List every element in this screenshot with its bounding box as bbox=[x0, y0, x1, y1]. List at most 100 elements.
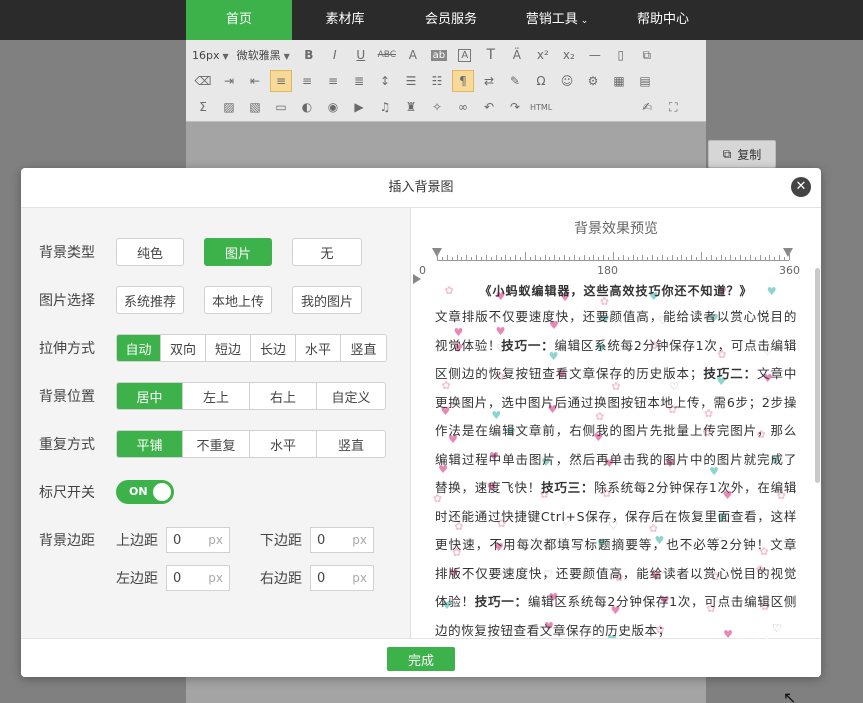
ruler-tick bbox=[593, 255, 595, 260]
stretch-short[interactable]: 短边 bbox=[206, 335, 251, 361]
ruler-side-marker[interactable] bbox=[413, 274, 421, 284]
align-right-icon[interactable]: ≡ bbox=[322, 70, 344, 92]
position-top-left[interactable]: 左上 bbox=[183, 383, 250, 409]
stretch-vertical[interactable]: 竖直 bbox=[341, 335, 386, 361]
stretch-long[interactable]: 长边 bbox=[251, 335, 296, 361]
chevron-down-icon: ⌄ bbox=[580, 16, 589, 26]
image-select-row: 图片选择 系统推荐 本地上传 我的图片 bbox=[39, 286, 382, 314]
ruler-right-marker[interactable] bbox=[783, 248, 793, 257]
position-top-right[interactable]: 右上 bbox=[250, 383, 317, 409]
html-source-icon[interactable]: HTML bbox=[530, 96, 552, 118]
stretch-auto[interactable]: 自动 bbox=[117, 335, 161, 361]
list-icon[interactable]: ☷ bbox=[426, 70, 448, 92]
table-icon[interactable]: ▦ bbox=[608, 70, 630, 92]
preview-ruler[interactable]: 0 180 360 bbox=[419, 246, 800, 277]
unit-label: px bbox=[208, 571, 223, 585]
edit-icon[interactable]: ✍ bbox=[636, 96, 658, 118]
toolbar-row-1: 16px ▼ 微软雅黑 ▼ B I U ABC A ab A T Ä x² x₂ —… bbox=[192, 42, 662, 68]
underline-icon[interactable]: U bbox=[350, 44, 372, 66]
repeat-tile[interactable]: 平铺 bbox=[117, 431, 183, 457]
nav-membership[interactable]: 会员服务 bbox=[398, 0, 504, 40]
format-painter-icon[interactable]: ✎ bbox=[504, 70, 526, 92]
align-center-icon[interactable]: ≡ bbox=[296, 70, 318, 92]
image-icon[interactable]: ▨ bbox=[218, 96, 240, 118]
undo-icon[interactable]: ↶ bbox=[478, 96, 500, 118]
line-height-icon[interactable]: ↕ bbox=[374, 70, 396, 92]
map-icon[interactable]: ◉ bbox=[322, 96, 344, 118]
subscript-icon[interactable]: x₂ bbox=[558, 44, 580, 66]
paragraph-spacing-icon[interactable]: ☰ bbox=[400, 70, 422, 92]
fullscreen-icon[interactable]: ⛶ bbox=[662, 96, 684, 118]
stretch-both[interactable]: 双向 bbox=[161, 335, 206, 361]
rtl-icon[interactable]: ⇄ bbox=[478, 70, 500, 92]
multi-image-icon[interactable]: ▧ bbox=[244, 96, 266, 118]
stretch-horizontal[interactable]: 水平 bbox=[296, 335, 341, 361]
repeat-none[interactable]: 不重复 bbox=[183, 431, 250, 457]
position-center[interactable]: 居中 bbox=[117, 383, 183, 409]
template-icon[interactable]: ▤ bbox=[634, 70, 656, 92]
my-images-button[interactable]: 我的图片 bbox=[292, 286, 362, 314]
font-size-select[interactable]: 16px ▼ bbox=[192, 49, 229, 62]
indent-icon[interactable]: ⇥ bbox=[218, 70, 240, 92]
italic-icon[interactable]: I bbox=[324, 44, 346, 66]
case-icon[interactable]: Ä bbox=[506, 44, 528, 66]
local-upload-button[interactable]: 本地上传 bbox=[204, 286, 272, 314]
magic-wand-icon[interactable]: ✧ bbox=[426, 96, 448, 118]
sum-icon[interactable]: Σ bbox=[192, 96, 214, 118]
position-custom[interactable]: 自定义 bbox=[317, 383, 385, 409]
superscript-icon[interactable]: x² bbox=[532, 44, 554, 66]
brush-icon[interactable]: ♜ bbox=[400, 96, 422, 118]
video-icon[interactable]: ▶ bbox=[348, 96, 370, 118]
align-left-icon[interactable]: ≡ bbox=[270, 70, 292, 92]
link-icon[interactable]: ∞ bbox=[452, 96, 474, 118]
repeat-vertical[interactable]: 竖直 bbox=[317, 431, 385, 457]
ruler-tick bbox=[681, 255, 683, 260]
done-button[interactable]: 完成 bbox=[387, 647, 455, 671]
bold-icon[interactable]: B bbox=[298, 44, 320, 66]
emoji-icon[interactable]: ☺ bbox=[556, 70, 578, 92]
bg-type-solid[interactable]: 纯色 bbox=[116, 238, 184, 266]
ruler-tick bbox=[520, 257, 522, 260]
background-color-icon[interactable]: ab bbox=[428, 44, 450, 66]
redo-icon[interactable]: ↷ bbox=[504, 96, 526, 118]
ruler-tick bbox=[691, 255, 693, 260]
border-icon[interactable]: A bbox=[454, 44, 476, 66]
special-char-icon[interactable]: Ω bbox=[530, 70, 552, 92]
nav-home[interactable]: 首页 bbox=[186, 0, 292, 40]
bg-type-image[interactable]: 图片 bbox=[204, 238, 272, 266]
system-recommend-button[interactable]: 系统推荐 bbox=[116, 286, 184, 314]
top-margin-input[interactable]: 0 px bbox=[166, 527, 230, 553]
ruler-tick bbox=[461, 257, 463, 260]
outdent-icon[interactable]: ⇤ bbox=[244, 70, 266, 92]
left-margin-value: 0 bbox=[173, 570, 182, 586]
repeat-horizontal[interactable]: 水平 bbox=[250, 431, 317, 457]
text-style-icon[interactable]: T bbox=[480, 44, 502, 66]
eraser-icon[interactable]: ⌫ bbox=[192, 70, 214, 92]
nav-marketing-tools[interactable]: 营销工具 ⌄ bbox=[504, 0, 610, 40]
palette-icon[interactable]: ◐ bbox=[296, 96, 318, 118]
ruler-tick bbox=[529, 257, 531, 260]
font-color-icon[interactable]: A bbox=[402, 44, 424, 66]
ruler-toggle[interactable]: ON bbox=[116, 480, 174, 504]
nav-materials[interactable]: 素材库 bbox=[292, 0, 398, 40]
settings-icon[interactable]: ⚙ bbox=[582, 70, 604, 92]
right-margin-input[interactable]: 0 px bbox=[310, 565, 374, 591]
page-icon[interactable]: ▯ bbox=[610, 44, 632, 66]
music-icon[interactable]: ♫ bbox=[374, 96, 396, 118]
font-family-select[interactable]: 微软雅黑 ▼ bbox=[237, 47, 290, 63]
left-margin-input[interactable]: 0 px bbox=[166, 565, 230, 591]
edit-external-icon[interactable]: ⧉ bbox=[636, 44, 658, 66]
horizontal-rule-icon[interactable]: — bbox=[584, 44, 606, 66]
paragraph-direction-icon[interactable]: ¶ bbox=[452, 70, 474, 92]
screen-icon[interactable]: ▭ bbox=[270, 96, 292, 118]
ruler-tick bbox=[774, 257, 776, 260]
strikethrough-icon[interactable]: ABC bbox=[376, 44, 398, 66]
copy-button[interactable]: ⧉ 复制 bbox=[708, 140, 776, 168]
preview-scrollbar[interactable] bbox=[815, 268, 820, 483]
bottom-margin-label: 下边距 bbox=[260, 533, 302, 549]
nav-help[interactable]: 帮助中心 bbox=[610, 0, 716, 40]
align-justify-icon[interactable]: ≣ bbox=[348, 70, 370, 92]
bg-type-none[interactable]: 无 bbox=[292, 238, 362, 266]
bottom-margin-input[interactable]: 0 px bbox=[310, 527, 374, 553]
close-icon[interactable]: ✕ bbox=[791, 177, 811, 197]
